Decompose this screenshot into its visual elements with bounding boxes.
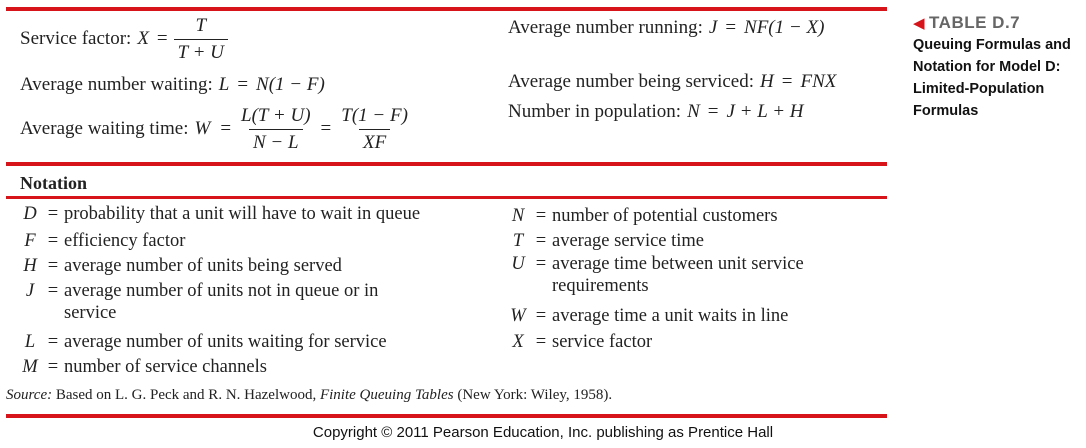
notation-symbol: L xyxy=(24,332,36,352)
numerator: T(1 − F) xyxy=(341,104,408,126)
source-label: Source: xyxy=(6,387,53,403)
formula-lhs: N xyxy=(687,101,700,122)
notation-row: T = average service time xyxy=(506,230,704,252)
formula-equals: = xyxy=(320,118,332,139)
notation-symbol: J xyxy=(25,281,35,301)
notation-equals: = xyxy=(535,206,547,226)
notation-equals: = xyxy=(47,231,59,251)
formula-rhs: N(1 − F) xyxy=(256,74,325,95)
notation-equals: = xyxy=(535,332,547,352)
fraction: T(1 − F) XF xyxy=(337,105,412,154)
notation-row: W = average time a unit waits in line xyxy=(506,305,788,327)
notation-description: average number of units being served xyxy=(64,256,342,276)
source-citation: Source: Based on L. G. Peck and R. N. Ha… xyxy=(6,387,612,404)
formula-equals: = xyxy=(781,71,793,92)
notation-description: number of service channels xyxy=(64,357,267,377)
notation-row: H = average number of units being served xyxy=(18,255,342,277)
notation-row: D = probability that a unit will have to… xyxy=(18,203,420,225)
left-arrow-icon: ◀ xyxy=(913,15,926,32)
table-caption: ◀ TABLE D.7 Queuing Formulas and Notatio… xyxy=(913,13,1085,122)
formula-equals: = xyxy=(220,118,232,139)
formula-label: Number in population: xyxy=(508,101,682,122)
notation-symbol: T xyxy=(512,231,524,251)
formula-avg-number-waiting: Average number waiting: L = N(1 − F) xyxy=(20,73,325,97)
formula-avg-waiting-time: Average waiting time: W = L(T + U) N − L… xyxy=(20,103,418,155)
formula-lhs: H xyxy=(760,71,774,92)
notation-symbol: D xyxy=(23,204,37,224)
formulas-bottom-rule xyxy=(6,162,887,166)
numerator: T xyxy=(195,14,207,36)
formula-number-in-population: Number in population: N = J + L + H xyxy=(508,100,804,124)
notation-description: probability that a unit will have to wai… xyxy=(64,204,421,224)
fraction: T T + U xyxy=(173,14,228,64)
bottom-rule xyxy=(6,414,887,418)
formula-label: Average number waiting: xyxy=(20,74,213,95)
notation-description: number of potential customers xyxy=(552,206,778,226)
notation-equals: = xyxy=(535,306,547,326)
top-rule xyxy=(6,7,887,11)
copyright-notice: Copyright © 2011 Pearson Education, Inc.… xyxy=(312,424,774,441)
notation-equals: = xyxy=(47,281,59,301)
notation-equals: = xyxy=(47,256,59,276)
notation-row: N = number of potential customers xyxy=(506,205,778,227)
formula-label: Average number running: xyxy=(508,17,703,38)
notation-equals: = xyxy=(47,332,59,352)
source-book-title: Finite Queuing Tables xyxy=(319,387,454,403)
formula-equals: = xyxy=(156,28,168,49)
notation-equals: = xyxy=(47,357,59,377)
formula-rhs: FNX xyxy=(800,71,837,92)
notation-description: efficiency factor xyxy=(64,231,186,251)
denominator: XF xyxy=(358,128,391,154)
notation-symbol: H xyxy=(23,256,37,276)
table-number-label: TABLE D.7 xyxy=(929,13,1021,32)
formula-label: Service factor: xyxy=(20,28,132,49)
formula-equals: = xyxy=(725,17,737,38)
notation-symbol: M xyxy=(22,357,38,377)
notation-description: average number of units not in queue or … xyxy=(64,281,379,323)
table-title: Queuing Formulas and Notation for Model … xyxy=(913,37,1071,119)
notation-description: average time a unit waits in line xyxy=(552,306,789,326)
denominator: T + U xyxy=(173,38,228,64)
notation-row: M = number of service channels xyxy=(18,356,267,378)
formula-equals: = xyxy=(237,74,249,95)
formula-label: Average number being serviced: xyxy=(508,71,755,92)
notation-header-rule xyxy=(6,196,887,199)
formula-avg-number-running: Average number running: J = NF(1 − X) xyxy=(508,16,824,40)
notation-description: average number of units waiting for serv… xyxy=(64,332,387,352)
notation-symbol: N xyxy=(511,206,525,226)
notation-description: service factor xyxy=(552,332,653,352)
fraction: L(T + U) N − L xyxy=(237,105,315,154)
source-publisher: (New York: Wiley, 1958). xyxy=(453,387,613,403)
notation-heading: Notation xyxy=(20,173,87,193)
table-number: ◀ TABLE D.7 xyxy=(913,13,1085,33)
source-text: Based on L. G. Peck and R. N. Hazelwood, xyxy=(52,387,320,403)
formula-rhs: NF(1 − X) xyxy=(744,17,825,38)
notation-symbol: U xyxy=(511,254,525,274)
notation-row: X = service factor xyxy=(506,331,652,353)
formula-avg-number-serviced: Average number being serviced: H = FNX xyxy=(508,70,836,94)
notation-row: U = average time between unit service re… xyxy=(506,253,866,297)
formula-lhs: L xyxy=(218,74,230,95)
notation-row: L = average number of units waiting for … xyxy=(18,331,387,353)
formula-equals: = xyxy=(707,101,719,122)
notation-description: average service time xyxy=(552,231,705,251)
notation-symbol: F xyxy=(24,231,36,251)
notation-symbol: W xyxy=(510,306,526,326)
formula-rhs: J + L + H xyxy=(726,101,804,122)
notation-row: F = efficiency factor xyxy=(18,230,185,252)
notation-symbol: X xyxy=(512,332,524,352)
notation-equals: = xyxy=(47,204,59,224)
notation-equals: = xyxy=(535,254,547,274)
formula-lhs: J xyxy=(708,17,718,38)
formula-label: Average waiting time: xyxy=(20,118,189,139)
formula-lhs: W xyxy=(194,118,211,139)
formula-lhs: X xyxy=(137,28,149,49)
notation-row: J = average number of units not in queue… xyxy=(18,280,418,324)
denominator: N − L xyxy=(249,128,303,154)
numerator: L(T + U) xyxy=(241,104,311,126)
notation-equals: = xyxy=(535,231,547,251)
notation-description: average time between unit service requir… xyxy=(552,254,804,296)
formula-service-factor: Service factor: X = T T + U xyxy=(20,14,234,64)
